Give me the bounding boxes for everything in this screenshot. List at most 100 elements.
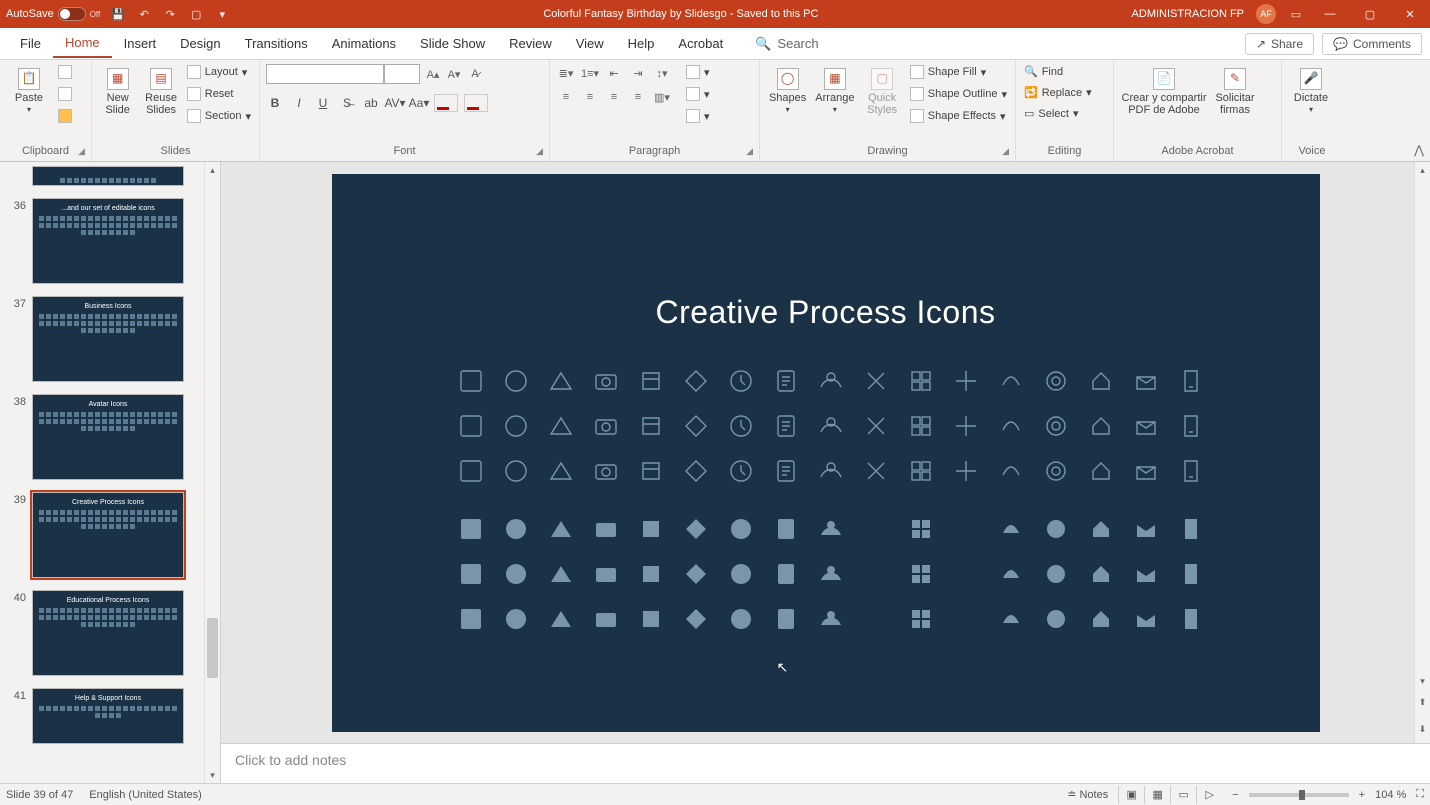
clear-formatting-button[interactable]: A̷ [466, 65, 484, 83]
slide-icon[interactable] [814, 454, 848, 488]
redo-icon[interactable]: ↷ [162, 6, 178, 22]
slide-icon[interactable] [949, 602, 983, 636]
slide-icon[interactable] [994, 364, 1028, 398]
slide-icon[interactable] [499, 602, 533, 636]
slide-icon[interactable] [544, 557, 578, 591]
slide-icon[interactable] [454, 364, 488, 398]
slide-icon[interactable] [1084, 602, 1118, 636]
smartart-button[interactable]: ▾ [684, 108, 712, 124]
thumbnails-scrollbar[interactable]: ▴ ▾ [204, 162, 220, 783]
slide-icon[interactable] [544, 602, 578, 636]
increase-font-button[interactable]: A▴ [424, 65, 442, 83]
slide-icon[interactable] [544, 364, 578, 398]
slide-title[interactable]: Creative Process Icons [332, 294, 1320, 331]
slide-sorter-button[interactable]: ▦ [1144, 786, 1170, 804]
undo-icon[interactable]: ↶ [136, 6, 152, 22]
slide-icon[interactable] [499, 409, 533, 443]
slide-icon[interactable] [814, 364, 848, 398]
slide-icon[interactable] [1039, 364, 1073, 398]
share-button[interactable]: ↗Share [1245, 33, 1314, 55]
quick-styles-button[interactable]: ▢Quick Styles [861, 64, 904, 116]
slide-icon[interactable] [589, 454, 623, 488]
slide-icon[interactable] [769, 512, 803, 546]
replace-button[interactable]: 🔁Replace ▾ [1022, 85, 1094, 100]
slide-icon[interactable] [1084, 557, 1118, 591]
scroll-up-icon[interactable]: ▴ [1415, 162, 1430, 178]
section-button[interactable]: Section ▾ [185, 108, 253, 124]
slide-icon[interactable] [589, 557, 623, 591]
slide-icon[interactable] [1174, 409, 1208, 443]
slide-icon[interactable] [454, 454, 488, 488]
slide-icon[interactable] [994, 512, 1028, 546]
icon-grid-filled[interactable] [454, 512, 1208, 636]
shadow-button[interactable]: ab [362, 94, 380, 112]
slide-icon[interactable] [634, 512, 668, 546]
slide-icon[interactable] [904, 557, 938, 591]
reuse-slides-button[interactable]: ▤ Reuse Slides [141, 64, 180, 116]
tab-help[interactable]: Help [616, 30, 667, 57]
slide-icon[interactable] [1129, 557, 1163, 591]
slide-icon[interactable] [994, 557, 1028, 591]
collapse-ribbon-button[interactable]: ⋀ [1414, 143, 1424, 157]
tab-insert[interactable]: Insert [112, 30, 169, 57]
change-case-button[interactable]: Aa▾ [410, 94, 428, 112]
slide-icon[interactable] [724, 409, 758, 443]
slide-icon[interactable] [859, 602, 893, 636]
slide-thumbnail[interactable]: Help & Support Icons [32, 688, 184, 744]
slide-icon[interactable] [679, 364, 713, 398]
comments-button[interactable]: 💬Comments [1322, 33, 1422, 55]
slide-icon[interactable] [1174, 364, 1208, 398]
slide-icon[interactable] [949, 512, 983, 546]
char-spacing-button[interactable]: AV▾ [386, 94, 404, 112]
slide-icon[interactable] [814, 409, 848, 443]
zoom-out-button[interactable]: − [1232, 789, 1238, 801]
slide-icon[interactable] [454, 602, 488, 636]
maximize-button[interactable]: ▢ [1356, 8, 1384, 21]
align-center-button[interactable]: ≡ [580, 88, 600, 106]
user-avatar[interactable]: AF [1256, 4, 1276, 24]
slide-icon[interactable] [1084, 454, 1118, 488]
slide-icon[interactable] [1129, 364, 1163, 398]
tab-view[interactable]: View [564, 30, 616, 57]
slide-icon[interactable] [769, 557, 803, 591]
slide-icon[interactable] [814, 512, 848, 546]
align-text-button[interactable]: ▾ [684, 86, 712, 102]
slide-icon[interactable] [1174, 602, 1208, 636]
slide-icon[interactable] [1039, 557, 1073, 591]
tell-me-search[interactable]: 🔍 Search [755, 36, 818, 52]
slide-icon[interactable] [1039, 409, 1073, 443]
select-button[interactable]: ▭Select ▾ [1022, 106, 1094, 121]
slide-icon[interactable] [904, 364, 938, 398]
shapes-button[interactable]: ◯Shapes▾ [766, 64, 809, 115]
icon-grid-outline[interactable] [454, 364, 1208, 488]
slide-editor-area[interactable]: Creative Process Icons ↖ ▴ ▾ ⬆ ⬇ [221, 162, 1430, 743]
slide-icon[interactable] [679, 602, 713, 636]
slide-thumbnail[interactable]: Business Icons [32, 296, 184, 382]
slide-icon[interactable] [994, 454, 1028, 488]
slide-icon[interactable] [544, 512, 578, 546]
slide-icon[interactable] [724, 512, 758, 546]
slide-icon[interactable] [1129, 454, 1163, 488]
tab-design[interactable]: Design [168, 30, 232, 57]
slide-icon[interactable] [679, 512, 713, 546]
slide-icon[interactable] [1039, 454, 1073, 488]
slide-icon[interactable] [589, 364, 623, 398]
slide-icon[interactable] [1174, 557, 1208, 591]
slide-icon[interactable] [1129, 602, 1163, 636]
slide-icon[interactable] [499, 364, 533, 398]
zoom-level[interactable]: 104 % [1375, 789, 1406, 801]
slide-canvas[interactable]: Creative Process Icons ↖ [332, 174, 1320, 732]
slide-icon[interactable] [724, 364, 758, 398]
slide-icon[interactable] [544, 454, 578, 488]
slide-icon[interactable] [949, 409, 983, 443]
tab-transitions[interactable]: Transitions [233, 30, 320, 57]
slide-thumbnail[interactable]: Educational Process Icons [32, 590, 184, 676]
slide-icon[interactable] [859, 512, 893, 546]
slide-icon[interactable] [499, 454, 533, 488]
slide-icon[interactable] [859, 557, 893, 591]
tab-home[interactable]: Home [53, 29, 112, 58]
shape-outline-button[interactable]: Shape Outline ▾ [908, 86, 1009, 102]
fit-to-window-button[interactable]: ⛶ [1416, 788, 1424, 801]
language-button[interactable]: English (United States) [89, 789, 202, 801]
layout-button[interactable]: Layout ▾ [185, 64, 253, 80]
